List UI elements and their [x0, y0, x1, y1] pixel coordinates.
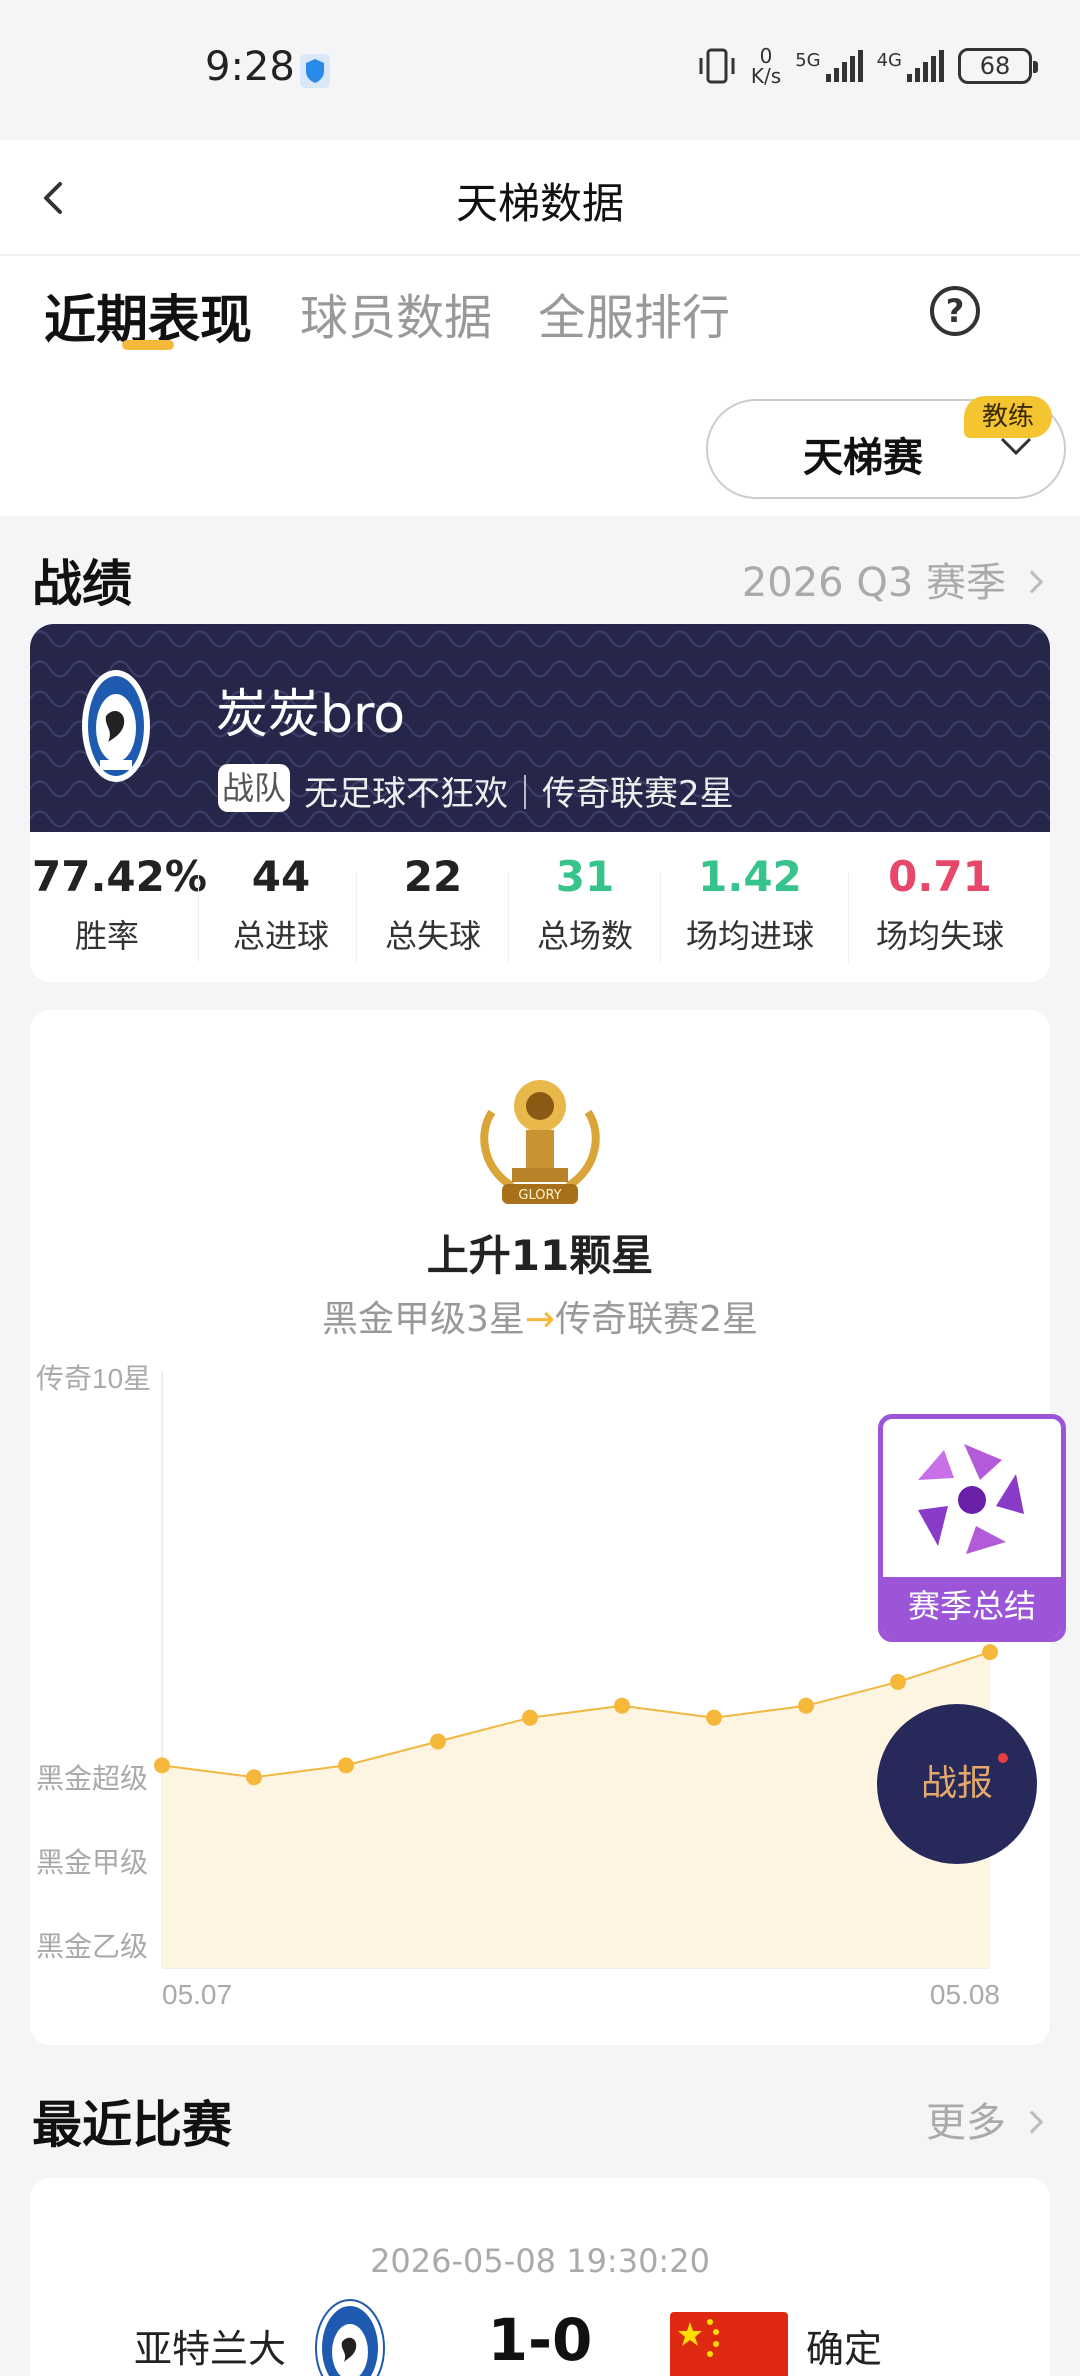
divider: [508, 872, 509, 962]
stat-value: 44: [251, 852, 311, 901]
status-bar: 9:28 0 K/s 5G 4G 68: [0, 0, 1080, 140]
team-tag: 战队: [218, 764, 291, 812]
stat-avg-conceded: 0.71 场均失球: [870, 852, 1010, 957]
stat-label: 总场数: [536, 917, 633, 955]
chart-area: [162, 1652, 990, 1968]
chart-point: [982, 1644, 998, 1661]
recent-matches-title: 最近比赛: [32, 2096, 232, 2154]
x-tick-label: 05.08: [930, 1979, 1000, 2010]
chart-point: [614, 1697, 630, 1714]
y-tick-label: 传奇10星: [36, 1363, 151, 1394]
stat-label: 胜率: [74, 917, 139, 955]
signal-4g-icon: 4G: [877, 50, 944, 82]
season-summary-label: 赛季总结: [883, 1577, 1061, 1637]
stat-label: 总进球: [232, 917, 329, 955]
stat-label: 总失球: [384, 917, 481, 955]
chart-point: [154, 1757, 170, 1774]
chart-point: [706, 1709, 722, 1726]
y-tick-label: 黑金乙级: [36, 1931, 148, 1962]
stat-total-conceded: 22 总失球: [378, 852, 488, 957]
team-subtitle: 无足球不狂欢｜传奇联赛2星: [304, 774, 734, 814]
season-link[interactable]: 2026 Q3 赛季: [741, 550, 1044, 608]
signal-4g-label: 4G: [876, 50, 902, 71]
net-speed-value: 0: [759, 44, 773, 68]
nav-header: 天梯数据: [0, 140, 1080, 255]
more-link[interactable]: 更多: [926, 2090, 1044, 2148]
shield-icon: [300, 54, 330, 88]
net-speed-unit: K/s: [750, 64, 782, 88]
chevron-right-icon: [1020, 2110, 1044, 2134]
stat-total-matches: 31 总场数: [530, 852, 640, 957]
mode-dropdown-label: 天梯赛: [803, 435, 923, 481]
match-score: 1-0: [487, 2306, 593, 2374]
tab-player-data[interactable]: 球员数据: [300, 278, 492, 348]
chart-point: [522, 1709, 538, 1726]
status-time: 9:28: [205, 44, 295, 90]
divider: [198, 872, 199, 962]
away-team-name: 确定: [806, 2327, 883, 2371]
y-tick-label: 黑金甲级: [36, 1847, 148, 1878]
notification-dot: [998, 1753, 1008, 1763]
stat-label: 场均进球: [685, 917, 814, 955]
x-tick-label: 05.07: [162, 1979, 232, 2010]
stat-value: 22: [403, 852, 463, 901]
record-title: 战绩: [32, 555, 132, 613]
stat-value: 77.42%: [32, 852, 207, 901]
tab-indicator: [122, 340, 174, 350]
tab-server-ranking[interactable]: 全服排行: [538, 278, 730, 348]
y-tick-label: 黑金超级: [36, 1763, 148, 1794]
chart-point: [798, 1697, 814, 1714]
more-label: 更多: [926, 2100, 1006, 2146]
season-summary-button[interactable]: 赛季总结: [878, 1414, 1066, 1642]
help-icon[interactable]: ?: [930, 286, 980, 336]
stat-value: 31: [555, 852, 615, 901]
match-time: 2026-05-08 19:30:20: [370, 2242, 710, 2280]
tab-bar: 近期表现 球员数据 全服排行 ? 天梯赛 教练: [0, 256, 1080, 516]
chart-point: [246, 1769, 262, 1786]
divider: [660, 872, 661, 962]
net-speed: 0 K/s: [751, 46, 781, 86]
stat-avg-goals: 1.42 场均进球: [680, 852, 820, 957]
chart-point: [890, 1673, 906, 1690]
stat-value: 1.42: [698, 852, 802, 901]
away-team-flag-icon: [670, 2312, 788, 2376]
stat-total-goals: 44 总进球: [226, 852, 336, 957]
match-card[interactable]: 2026-05-08 19:30:20 亚特兰大 1-0 确定: [30, 2178, 1050, 2376]
stat-label: 场均失球: [875, 917, 1004, 955]
battle-report-button[interactable]: 战报: [877, 1704, 1037, 1864]
team-card: 炭炭bro 战队 无足球不狂欢｜传奇联赛2星: [30, 624, 1050, 832]
team-name: 炭炭bro: [216, 685, 406, 745]
stats-row: 77.42% 胜率 44 总进球 22 总失球 31 总场数 1.42 场均进球…: [30, 832, 1050, 982]
stat-win-rate: 77.42% 胜率: [32, 852, 207, 957]
season-label: 2026 Q3 赛季: [741, 560, 1006, 606]
team-logo-icon: [82, 670, 150, 782]
divider: [356, 872, 357, 962]
stat-value: 0.71: [888, 852, 992, 901]
battery-icon: 68: [958, 48, 1038, 84]
divider: [848, 872, 849, 962]
chart-point: [430, 1733, 446, 1750]
coach-badge: 教练: [964, 396, 1052, 438]
signal-5g-label: 5G: [795, 50, 821, 71]
chart-point: [338, 1757, 354, 1774]
signal-5g-icon: 5G: [795, 50, 863, 82]
page-title: 天梯数据: [455, 179, 624, 228]
vibrate-icon: [699, 48, 735, 84]
chevron-right-icon: [1020, 570, 1044, 594]
season-badge-icon: [918, 1444, 1024, 1554]
